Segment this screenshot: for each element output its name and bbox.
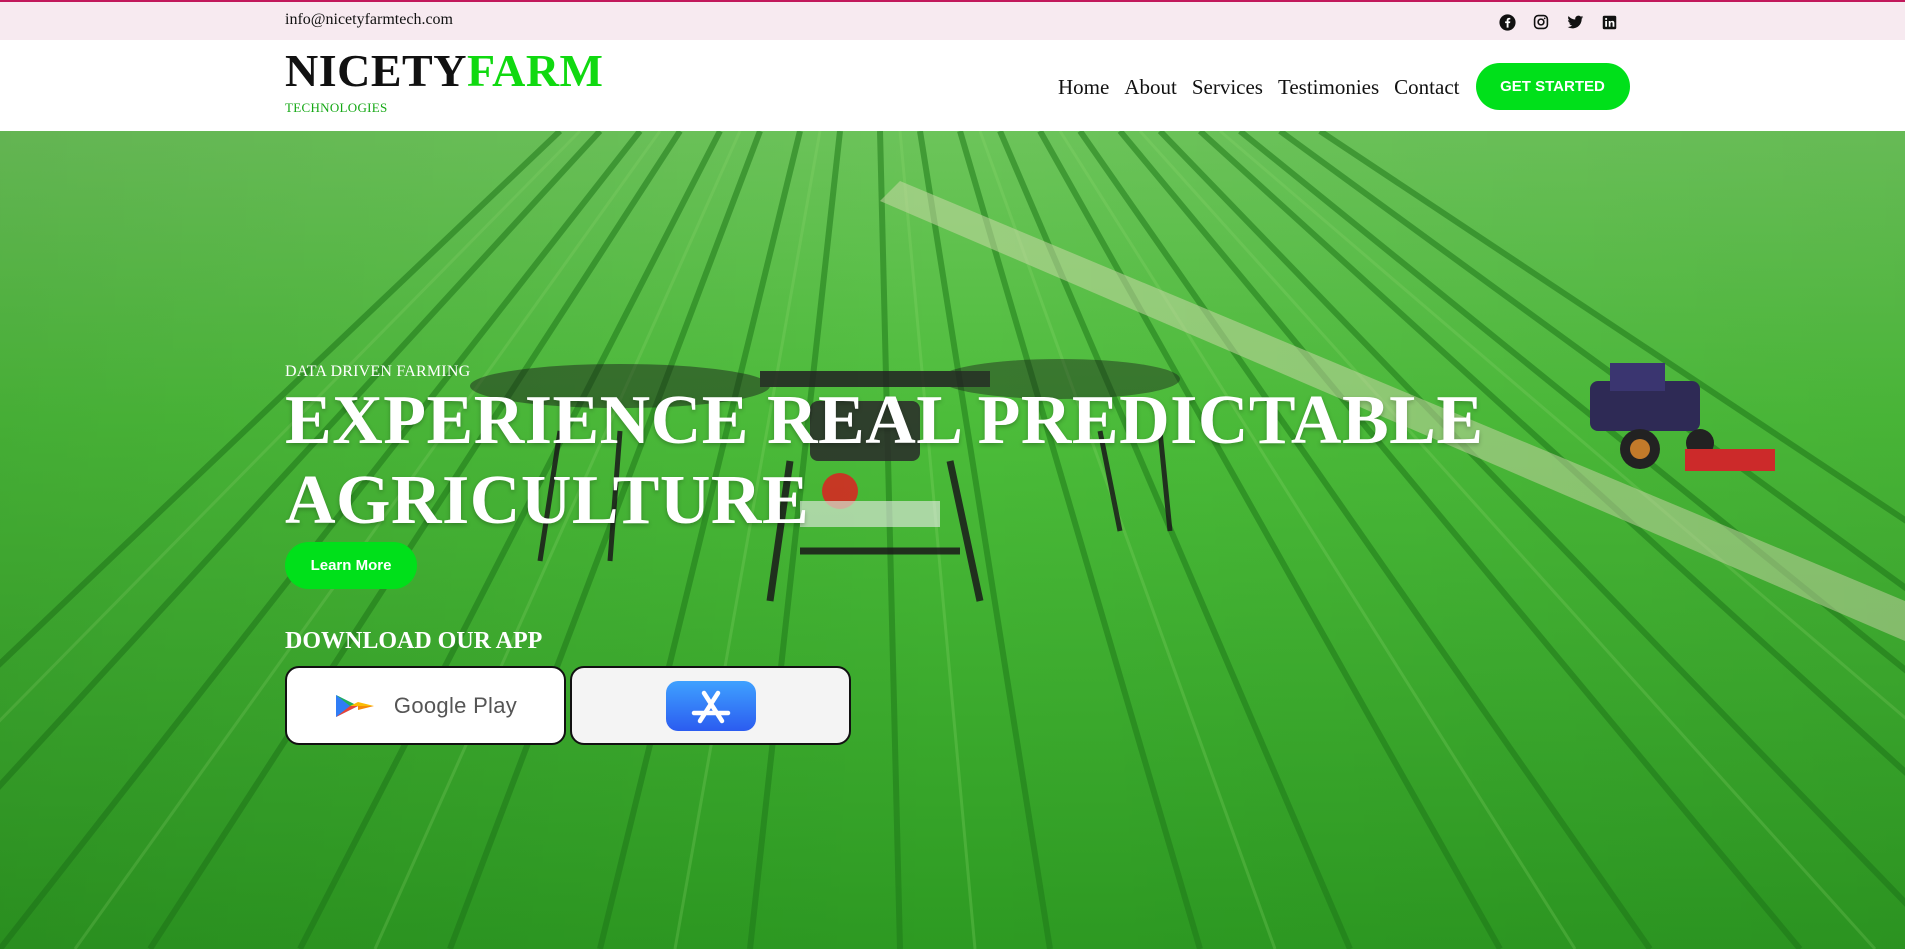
nav-about[interactable]: About bbox=[1124, 72, 1177, 102]
nav-services[interactable]: Services bbox=[1192, 72, 1263, 102]
hero-title: EXPERIENCE REAL PREDICTABLE AGRICULTURE bbox=[285, 382, 1484, 539]
main-nav: Home About Services Testimonies Contact … bbox=[1058, 63, 1630, 110]
twitter-icon[interactable] bbox=[1565, 12, 1585, 32]
brand-name: NICETYFARM bbox=[285, 44, 603, 98]
nav-testimonies[interactable]: Testimonies bbox=[1278, 72, 1379, 102]
hero-eyebrow: DATA DRIVEN FARMING bbox=[285, 363, 471, 380]
app-store-icon bbox=[665, 680, 756, 731]
top-bar: info@nicetyfarmtech.com bbox=[0, 0, 1905, 40]
instagram-icon[interactable] bbox=[1531, 12, 1551, 32]
logo[interactable]: NICETYFARM TECHNOLOGIES bbox=[285, 44, 603, 116]
app-store-button[interactable] bbox=[570, 666, 851, 745]
get-started-button[interactable]: GET STARTED bbox=[1475, 63, 1630, 110]
hero-section: DATA DRIVEN FARMING EXPERIENCE REAL PRED… bbox=[0, 131, 1905, 949]
nav-contact[interactable]: Contact bbox=[1394, 72, 1459, 102]
brand-part-farm: FARM bbox=[466, 45, 604, 96]
google-play-button[interactable]: Google Play bbox=[285, 666, 566, 745]
nav-home[interactable]: Home bbox=[1058, 72, 1109, 102]
learn-more-button[interactable]: Learn More bbox=[285, 542, 417, 589]
google-play-icon bbox=[335, 694, 374, 717]
facebook-icon[interactable] bbox=[1497, 12, 1517, 32]
google-play-label: Google Play bbox=[393, 692, 518, 718]
download-app-heading: DOWNLOAD OUR APP bbox=[285, 628, 543, 654]
social-links bbox=[1497, 12, 1619, 32]
brand-part-nicety: NICETY bbox=[285, 45, 467, 96]
site-header: NICETYFARM TECHNOLOGIES Home About Servi… bbox=[0, 40, 1905, 131]
linkedin-icon[interactable] bbox=[1599, 12, 1619, 32]
contact-email[interactable]: info@nicetyfarmtech.com bbox=[285, 11, 453, 29]
brand-subtitle: TECHNOLOGIES bbox=[285, 100, 388, 115]
